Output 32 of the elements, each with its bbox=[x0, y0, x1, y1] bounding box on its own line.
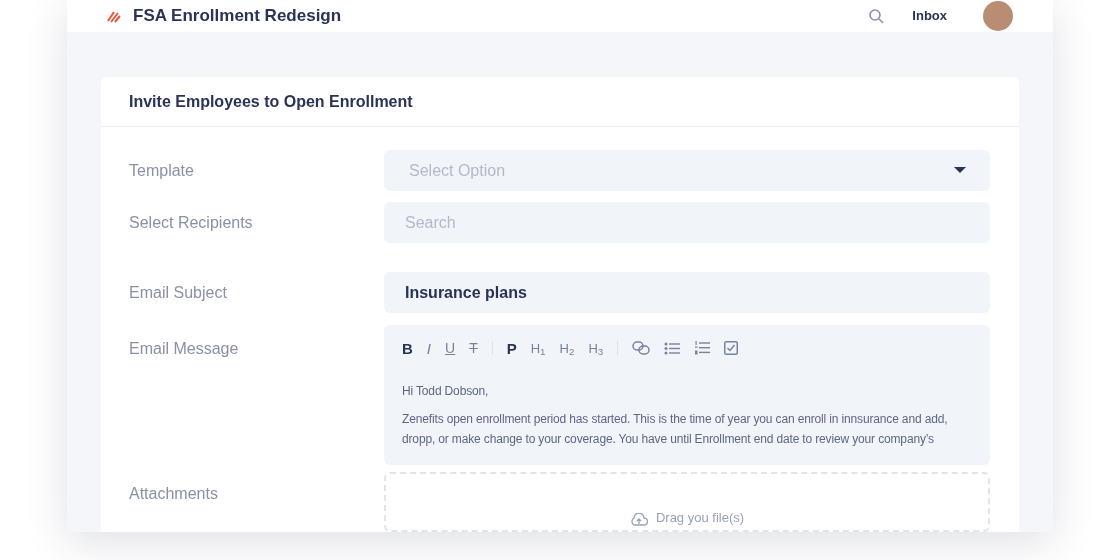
field-label: Attachments bbox=[129, 484, 219, 504]
search-field[interactable]: Search bbox=[384, 202, 990, 243]
format-button[interactable]: T bbox=[469, 341, 478, 355]
format-button[interactable]: B bbox=[402, 340, 413, 356]
search-icon[interactable] bbox=[868, 8, 885, 24]
message-paragraph: Zenefits open enrollment period has started. This is the time of year you can enroll in innsurance and add, dropp, or make change to your coverage. You have until Enrollment end date to review your company’s bbox=[402, 411, 949, 448]
format-button[interactable]: H$_{1}$ bbox=[530, 341, 546, 355]
field-label: Template bbox=[129, 160, 195, 181]
upload-icon bbox=[629, 513, 648, 527]
format-button[interactable]: U bbox=[445, 341, 456, 355]
project-title: FSA Enrollment Redesign bbox=[133, 5, 343, 28]
link-icon[interactable] bbox=[632, 341, 651, 355]
checkbox-icon[interactable] bbox=[724, 341, 739, 355]
caret-icon bbox=[954, 167, 966, 174]
field-label: Email Message bbox=[129, 339, 240, 359]
card-title: Invite Employees to Open Enrollment bbox=[129, 91, 413, 112]
inbox-link[interactable]: Inbox bbox=[912, 6, 947, 26]
format-button[interactable]: H$_{2}$ bbox=[559, 341, 575, 355]
field-label: Email Subject bbox=[129, 282, 228, 303]
avatar[interactable] bbox=[983, 1, 1013, 31]
bullet-list-icon[interactable] bbox=[664, 341, 681, 355]
message-editor[interactable] bbox=[384, 325, 990, 465]
file-drop-zone[interactable]: Drag you file(s) bbox=[384, 472, 990, 532]
field-label: Select Recipients bbox=[129, 212, 254, 233]
format-button[interactable]: P bbox=[506, 340, 517, 356]
input-field[interactable]: Insurance plans bbox=[384, 272, 990, 313]
logo-icon bbox=[107, 9, 121, 23]
numbered-list-icon[interactable] bbox=[694, 341, 711, 355]
format-button[interactable]: I bbox=[426, 340, 431, 356]
format-button[interactable]: H$_{3}$ bbox=[588, 341, 604, 355]
drop-hint: Drag you file(s) bbox=[655, 508, 745, 527]
message-paragraph: Hi Todd Dobson, bbox=[402, 383, 490, 400]
